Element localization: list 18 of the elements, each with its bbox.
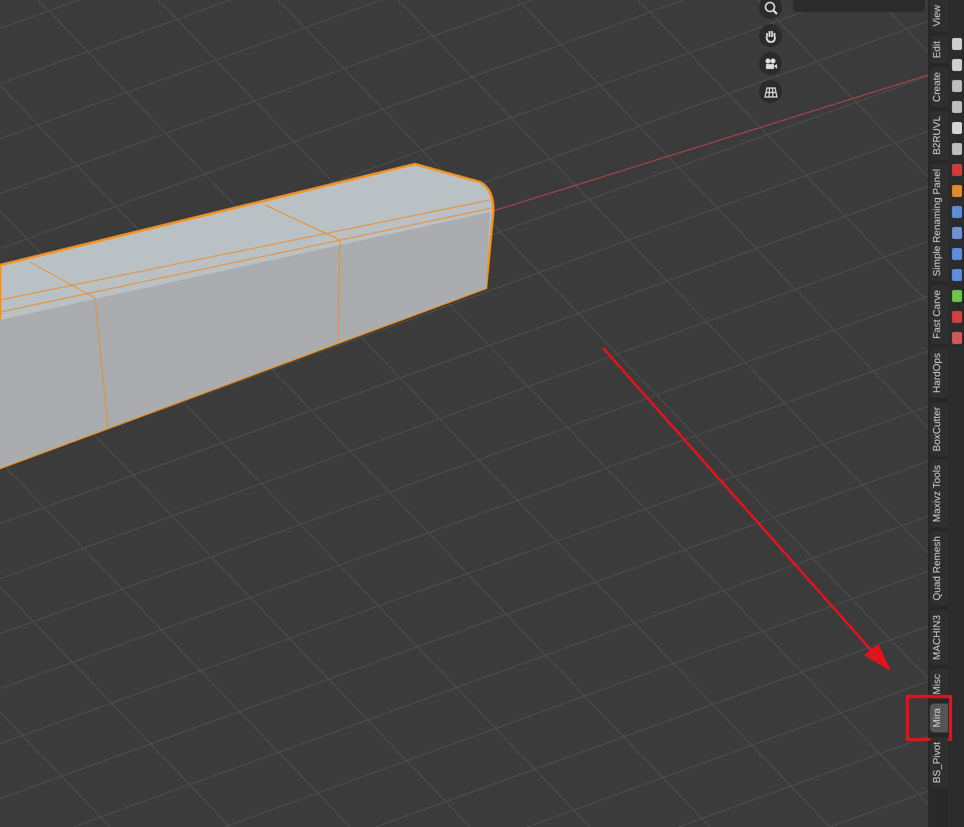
sidebar-tab[interactable]: Misc [930,668,948,700]
sidebar-tab[interactable]: Create [930,66,948,107]
sidebar-tab[interactable]: Maxivz Tools [930,460,948,528]
sidebar-tab[interactable]: BS_Pivot [930,736,948,788]
zoom-icon[interactable] [759,0,782,19]
sidebar-tab[interactable]: View [930,0,948,32]
sidebar-tab[interactable]: Edit [930,36,948,63]
grid-icon[interactable] [759,80,782,103]
sidebar-tab[interactable]: HardOps [930,348,948,398]
sidebar-tab[interactable]: Quad Remesh [930,531,948,606]
sidebar-tab[interactable]: Mira [930,703,948,733]
camera-icon[interactable] [759,52,782,75]
sidebar-tab[interactable]: Fast Carve [930,284,948,344]
hand-icon[interactable] [759,24,782,47]
sidebar-tab[interactable]: B2RUVL [930,110,948,160]
sidebar-tab[interactable]: Simple Renaming Panel [930,164,948,281]
sidebar-tab[interactable]: BoxCutter [930,402,948,456]
sidebar-tab[interactable]: MACHIN3 [930,610,948,665]
